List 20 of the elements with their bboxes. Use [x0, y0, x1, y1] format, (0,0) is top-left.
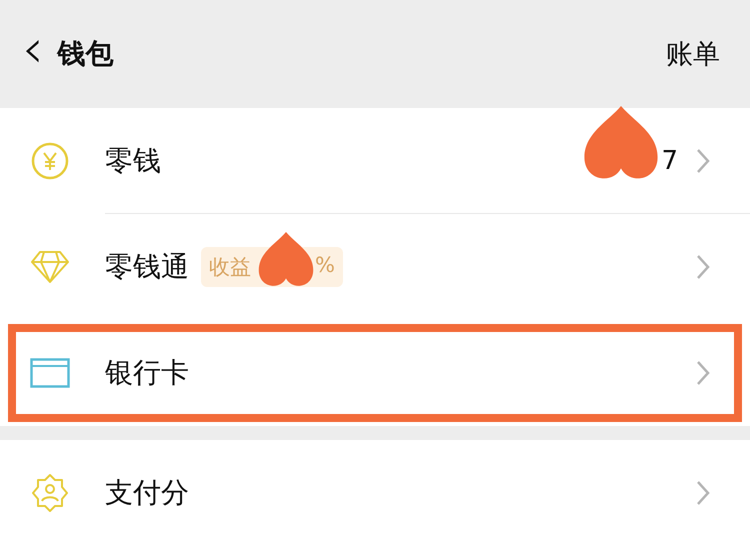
shield-person-icon — [30, 473, 70, 513]
back-button[interactable]: ‹ — [22, 22, 58, 76]
chevron-right-icon — [696, 360, 710, 386]
menu-item[interactable]: 零钱 7 — [0, 108, 750, 214]
item-label: 零钱通 — [105, 249, 189, 285]
chevron-right-icon — [696, 254, 710, 280]
chevron-right-icon — [696, 148, 710, 174]
bill-button[interactable]: 账单 — [666, 36, 720, 72]
menu-item[interactable]: 零钱通 收益 % — [0, 214, 750, 320]
diamond-icon — [30, 250, 70, 284]
item-label: 银行卡 — [105, 355, 189, 391]
menu-item[interactable]: 银行卡 — [0, 320, 750, 426]
yuan-coin-icon — [31, 142, 69, 180]
balance-value: 7 — [661, 146, 678, 176]
card-icon — [30, 358, 70, 388]
chevron-right-icon — [696, 480, 710, 506]
item-label: 支付分 — [105, 475, 189, 511]
menu-item[interactable]: 支付分 — [0, 440, 750, 537]
item-label: 零钱 — [105, 143, 161, 179]
page-title: 钱包 — [58, 36, 114, 72]
